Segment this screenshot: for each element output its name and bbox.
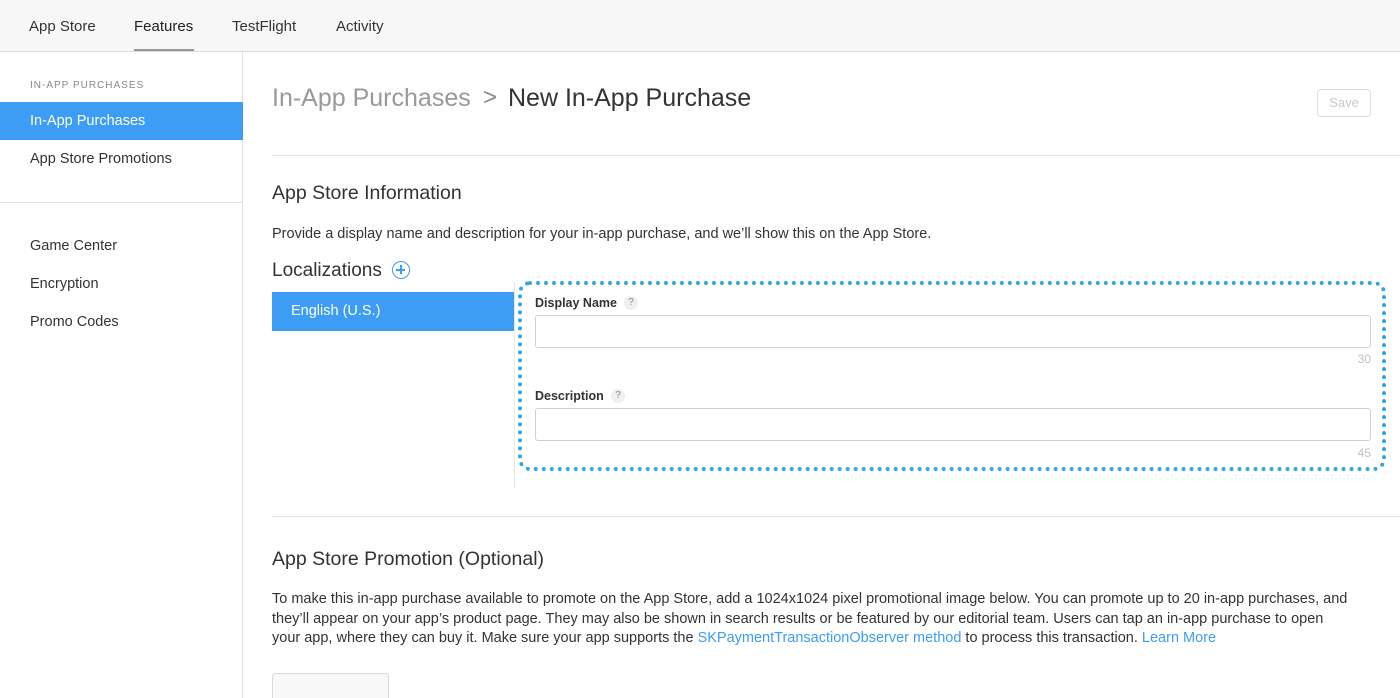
main-content: In-App Purchases > New In-App Purchase S… bbox=[243, 52, 1400, 698]
tab-testflight[interactable]: TestFlight bbox=[232, 18, 296, 35]
breadcrumb-parent[interactable]: In-App Purchases bbox=[272, 84, 471, 113]
promotion-text-line: To make this in-app purchase available t… bbox=[272, 591, 1348, 607]
highlight-annotation bbox=[518, 281, 1386, 471]
help-icon[interactable]: ? bbox=[624, 296, 638, 310]
sidebar-item-app-store-promotions[interactable]: App Store Promotions bbox=[0, 140, 243, 178]
description-label: Description bbox=[535, 389, 604, 403]
sidebar-item-game-center[interactable]: Game Center bbox=[0, 227, 243, 265]
promotion-text-line: they’ll appear on your app’s product pag… bbox=[272, 610, 1324, 627]
top-navigation: App Store Features TestFlight Activity bbox=[0, 0, 1400, 52]
sidebar-divider bbox=[0, 202, 243, 203]
choose-file-button[interactable] bbox=[272, 673, 389, 698]
page-title: New In-App Purchase bbox=[508, 84, 752, 112]
sidebar-section-label: IN-APP PURCHASES bbox=[30, 80, 145, 91]
promotion-text-line: your app, where they can buy it. Make su… bbox=[272, 629, 1347, 649]
promotion-text: your app, where they can buy it. Make su… bbox=[272, 630, 698, 646]
description-char-limit: 45 bbox=[1357, 446, 1371, 460]
display-name-char-limit: 30 bbox=[1357, 352, 1371, 366]
tab-app-store[interactable]: App Store bbox=[29, 18, 96, 35]
add-localization-icon[interactable] bbox=[392, 261, 410, 279]
promotion-description: To make this in-app purchase available t… bbox=[272, 590, 1347, 649]
active-tab-indicator bbox=[134, 49, 194, 51]
tab-activity[interactable]: Activity bbox=[336, 18, 384, 35]
help-icon[interactable]: ? bbox=[611, 389, 625, 403]
sidebar: IN-APP PURCHASES In-App Purchases App St… bbox=[0, 52, 243, 698]
chevron-right-icon: > bbox=[483, 84, 498, 111]
section-title-app-store-information: App Store Information bbox=[272, 182, 462, 204]
sidebar-item-in-app-purchases[interactable]: In-App Purchases bbox=[0, 102, 243, 140]
learn-more-link[interactable]: Learn More bbox=[1142, 630, 1216, 646]
save-button[interactable]: Save bbox=[1317, 89, 1371, 117]
section-title-app-store-promotion: App Store Promotion (Optional) bbox=[272, 548, 545, 570]
section-description: Provide a display name and description f… bbox=[272, 226, 932, 242]
localizations-title: Localizations bbox=[272, 260, 382, 281]
promotion-text: to process this transaction. bbox=[961, 630, 1142, 646]
localization-item-english[interactable]: English (U.S.) bbox=[272, 292, 514, 331]
divider bbox=[272, 516, 1400, 517]
tab-features[interactable]: Features bbox=[134, 18, 193, 35]
divider bbox=[272, 155, 1400, 156]
sidebar-item-encryption[interactable]: Encryption bbox=[0, 265, 243, 303]
description-field[interactable] bbox=[535, 408, 1371, 441]
skpayment-link[interactable]: SKPaymentTransactionObserver method bbox=[698, 630, 962, 646]
sidebar-item-promo-codes[interactable]: Promo Codes bbox=[0, 303, 243, 341]
display-name-field[interactable] bbox=[535, 315, 1371, 348]
display-name-label: Display Name bbox=[535, 296, 617, 310]
